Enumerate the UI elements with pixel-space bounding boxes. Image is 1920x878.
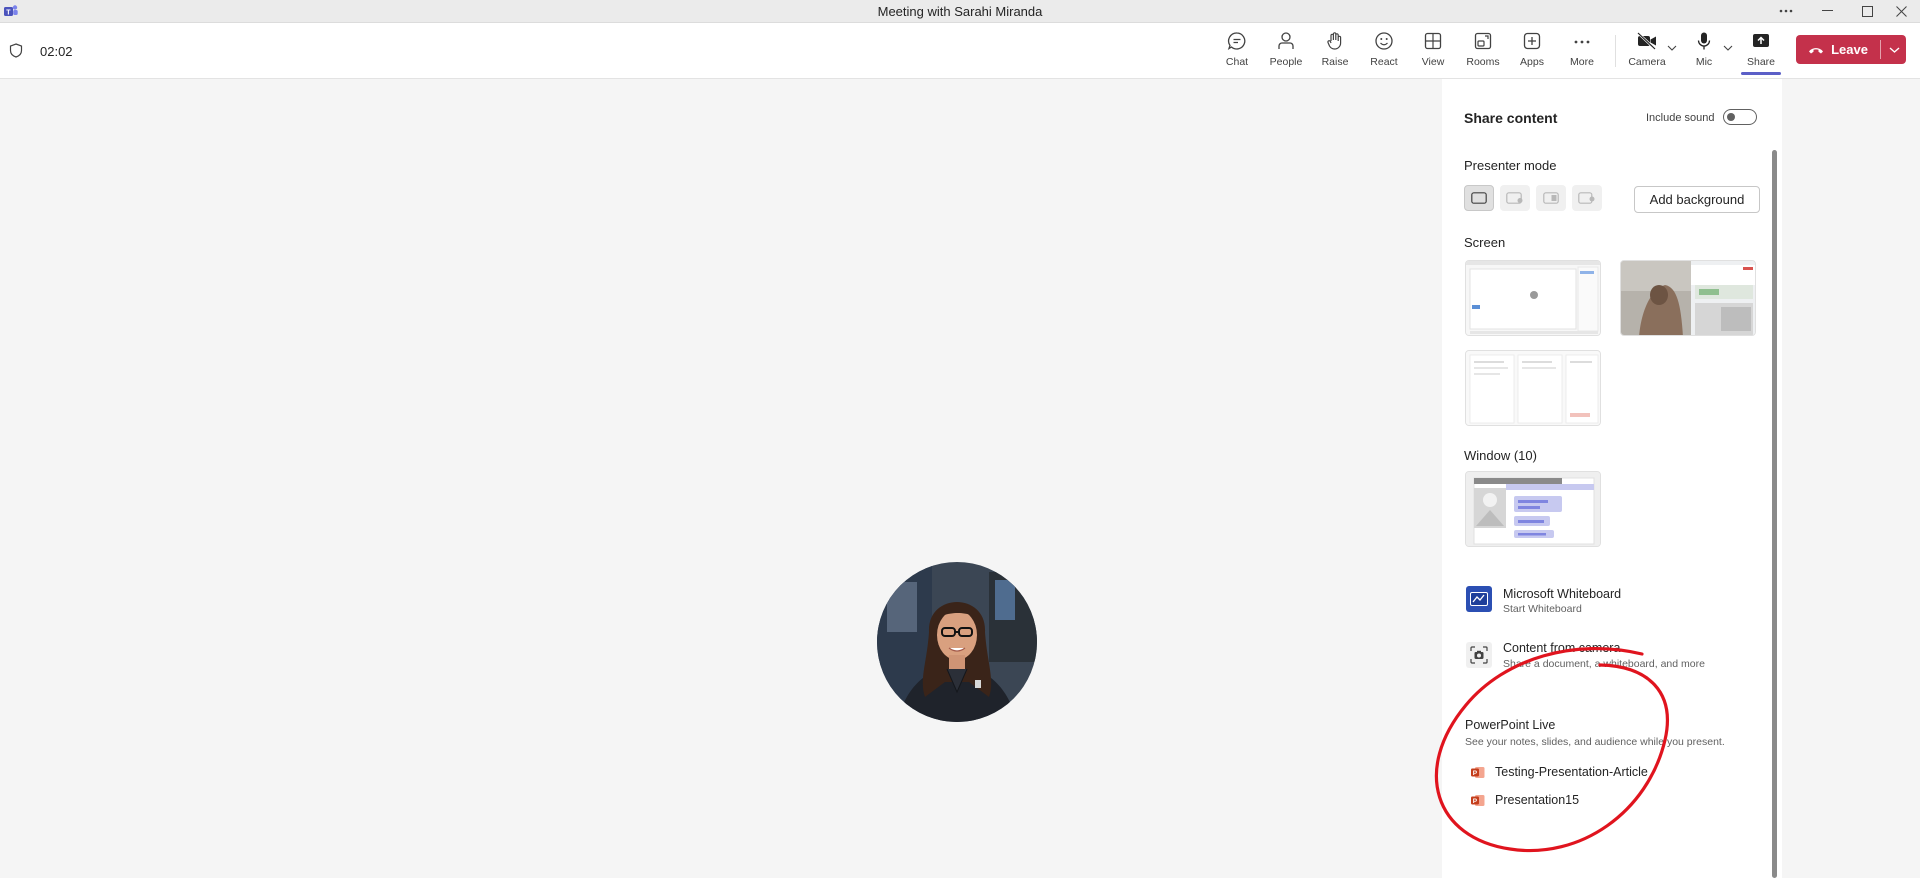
rooms-label: Rooms [1466,56,1500,68]
window-title: Meeting with Sarahi Miranda [877,4,1043,19]
share-content-panel: Share content Include sound Presenter mo… [1442,79,1782,878]
camera-button[interactable]: Camera [1624,29,1670,73]
more-icon [1572,29,1592,51]
powerpoint-live-subtitle: See your notes, slides, and audience whi… [1465,736,1725,748]
window-section-label: Window (10) [1464,448,1537,463]
toolbar-divider [1615,35,1616,67]
view-button[interactable]: View [1410,29,1456,73]
presenter-mode-reporter[interactable] [1572,185,1602,211]
participant-avatar [877,562,1037,722]
people-button[interactable]: People [1263,29,1309,73]
presenter-mode-content-only[interactable] [1464,185,1494,211]
view-label: View [1421,56,1445,68]
powerpoint-live-title: PowerPoint Live [1465,718,1556,732]
react-icon [1374,29,1394,51]
window-thumbnail[interactable] [1465,471,1601,547]
chat-icon [1227,29,1247,51]
share-label: Share [1746,56,1776,68]
close-icon[interactable] [1880,0,1920,22]
ppt-file-name: Presentation15 [1495,793,1580,807]
whiteboard-option-title: Microsoft Whiteboard [1503,587,1622,601]
camera-option-title: Content from camera [1503,641,1621,655]
powerpoint-icon: P [1471,794,1485,807]
leave-label: Leave [1831,42,1868,57]
leave-button[interactable]: Leave [1796,35,1880,64]
add-background-button[interactable]: Add background [1634,186,1760,213]
whiteboard-icon [1466,586,1492,612]
panel-scrollbar[interactable] [1772,150,1777,878]
leave-divider [1880,40,1881,59]
ppt-file-item[interactable]: P Testing-Presentation-Article [1471,765,1648,779]
screen-section-label: Screen [1464,235,1506,250]
chat-button[interactable]: Chat [1214,29,1260,73]
hang-up-icon [1808,46,1824,54]
view-icon [1423,29,1443,51]
share-icon [1751,29,1771,51]
include-sound-label: Include sound [1646,112,1715,124]
mic-options-chevron-icon[interactable] [1723,45,1733,51]
share-active-indicator [1741,72,1781,75]
svg-text:P: P [1473,770,1478,777]
shield-icon[interactable] [9,43,23,58]
whiteboard-option-subtitle: Start Whiteboard [1503,603,1582,615]
share-panel-title: Share content [1464,110,1558,126]
svg-text:P: P [1473,798,1478,805]
presenter-mode-label: Presenter mode [1464,158,1557,173]
presenter-mode-side-by-side[interactable] [1536,185,1566,211]
leave-button-group: Leave [1796,35,1906,64]
screen-thumbnail-3[interactable] [1465,350,1601,426]
powerpoint-icon: P [1471,766,1485,779]
apps-button[interactable]: Apps [1509,29,1555,73]
camera-content-icon [1466,642,1492,668]
ppt-file-item[interactable]: P Presentation15 [1471,793,1579,807]
screen-thumbnail-1[interactable] [1465,260,1601,336]
apps-icon [1522,29,1542,51]
react-button[interactable]: React [1361,29,1407,73]
ppt-file-name: Testing-Presentation-Article [1495,765,1648,779]
meeting-timer: 02:02 [40,44,73,59]
include-sound-toggle[interactable] [1723,109,1757,125]
chat-label: Chat [1225,56,1249,68]
camera-off-icon [1636,29,1658,51]
leave-options-chevron-icon[interactable] [1882,35,1906,64]
raise-hand-icon [1325,29,1345,51]
more-label: More [1570,56,1594,68]
mic-button[interactable]: Mic [1681,29,1727,73]
mic-label: Mic [1695,56,1713,68]
rooms-button[interactable]: Rooms [1460,29,1506,73]
presenter-mode-standout[interactable] [1500,185,1530,211]
more-button[interactable]: More [1559,29,1605,73]
title-bar: T Meeting with Sarahi Miranda [0,0,1920,23]
apps-label: Apps [1520,56,1544,68]
people-icon [1276,29,1296,51]
react-label: React [1370,56,1398,68]
screen-thumbnail-2[interactable] [1620,260,1756,336]
camera-option-subtitle: Share a document, a whiteboard, and more [1503,658,1705,670]
raise-label: Raise [1321,56,1349,68]
share-button[interactable]: Share [1738,29,1784,73]
minimize-icon[interactable] [1806,0,1848,22]
toggle-knob [1727,113,1735,121]
people-label: People [1269,56,1303,68]
rooms-icon [1473,29,1493,51]
meeting-toolbar: 02:02 Chat People Raise React View Rooms… [0,23,1920,79]
camera-options-chevron-icon[interactable] [1667,45,1677,51]
more-options-icon[interactable] [1765,0,1807,22]
mic-icon [1694,29,1714,51]
camera-label: Camera [1628,56,1666,68]
raise-button[interactable]: Raise [1312,29,1358,73]
